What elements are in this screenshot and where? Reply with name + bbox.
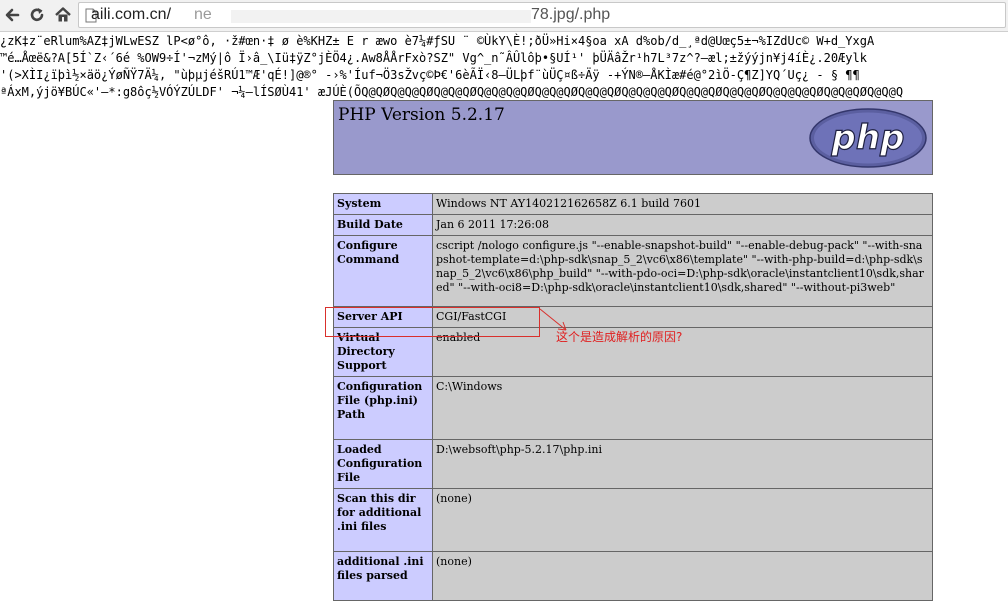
table-row: System Windows NT AY140212162658Z 6.1 bu… (333, 193, 933, 215)
phpinfo-table: System Windows NT AY140212162658Z 6.1 bu… (333, 193, 933, 601)
garbled-binary-output: ¿zK‡z¨eRlum%AZ‡jWLwESZ lP<ø°ô, ·ž#œn·‡ ø… (0, 33, 1008, 101)
row-value: D:\websoft\php-5.2.17\php.ini (432, 439, 933, 489)
table-row: Build Date Jan 6 2011 17:26:08 (333, 214, 933, 236)
garbled-line: ™é…Åœë&?A[5Í`Z‹´6é %OW9÷Í'¬zMý|ô Ï›â_\Iü… (0, 51, 867, 65)
garbled-line: ¿zK‡z¨eRlum%AZ‡jWLwESZ lP<ø°ô, ·ž#œn·‡ ø… (0, 34, 875, 48)
table-row: Configuration File (php.ini) Path C:\Win… (333, 376, 933, 440)
reload-icon[interactable] (26, 4, 48, 26)
url-faded: ne (194, 6, 212, 23)
back-arrow-icon[interactable] (2, 4, 24, 26)
url-host: aili.com.cn/ (91, 6, 172, 23)
home-glyph (55, 7, 71, 22)
table-row: Configure Command cscript /nologo config… (333, 235, 933, 307)
row-value: (none) (432, 488, 933, 552)
row-key: additional .ini files parsed (333, 551, 433, 601)
url-tail: 78.jpg/.php (531, 6, 611, 23)
row-key: Loaded Configuration File (333, 439, 433, 489)
row-key: Build Date (333, 214, 433, 236)
row-value: C:\Windows (432, 376, 933, 440)
row-value: Windows NT AY140212162658Z 6.1 build 760… (432, 193, 933, 215)
row-value: (none) (432, 551, 933, 601)
row-key: System (333, 193, 433, 215)
php-version-title: PHP Version 5.2.17 (338, 105, 505, 125)
row-value: Jan 6 2011 17:26:08 (432, 214, 933, 236)
reload-glyph (30, 8, 44, 22)
annotation-note: 这个是造成解析的原因? (556, 330, 683, 344)
row-key: Configuration File (php.ini) Path (333, 376, 433, 440)
url-redacted-region (231, 10, 531, 23)
phpinfo-header: PHP Version 5.2.17 php (333, 100, 933, 175)
php-logo-icon: php (809, 108, 927, 168)
annotation-highlight-box (325, 307, 540, 337)
address-bar[interactable]: aili.com.cn/ ne 78.jpg/.php (78, 2, 1006, 28)
table-row: additional .ini files parsed (none) (333, 551, 933, 601)
table-row: Scan this dir for additional .ini files … (333, 488, 933, 552)
table-row: Loaded Configuration File D:\websoft\php… (333, 439, 933, 489)
garbled-line: '(>XÌI¿ïþì½×äö¿ÝøÑŸ7Ä¼, "ùþµjéšRÚ1™Æ'qÉ!… (0, 68, 860, 82)
row-key: Scan this dir for additional .ini files (333, 488, 433, 552)
back-arrow-glyph (5, 8, 20, 22)
row-value: cscript /nologo configure.js "--enable-s… (432, 235, 933, 307)
browser-toolbar: aili.com.cn/ ne 78.jpg/.php (0, 0, 1008, 32)
home-icon[interactable] (52, 4, 74, 26)
php-logo-text: php (831, 118, 905, 158)
row-key: Configure Command (333, 235, 433, 307)
garbled-line: ªÁxM,ýjö¥BÚC«'—*:g8ôç½VÓÝZÚLDF' ¬¼—lÍSØÙ… (0, 85, 904, 99)
